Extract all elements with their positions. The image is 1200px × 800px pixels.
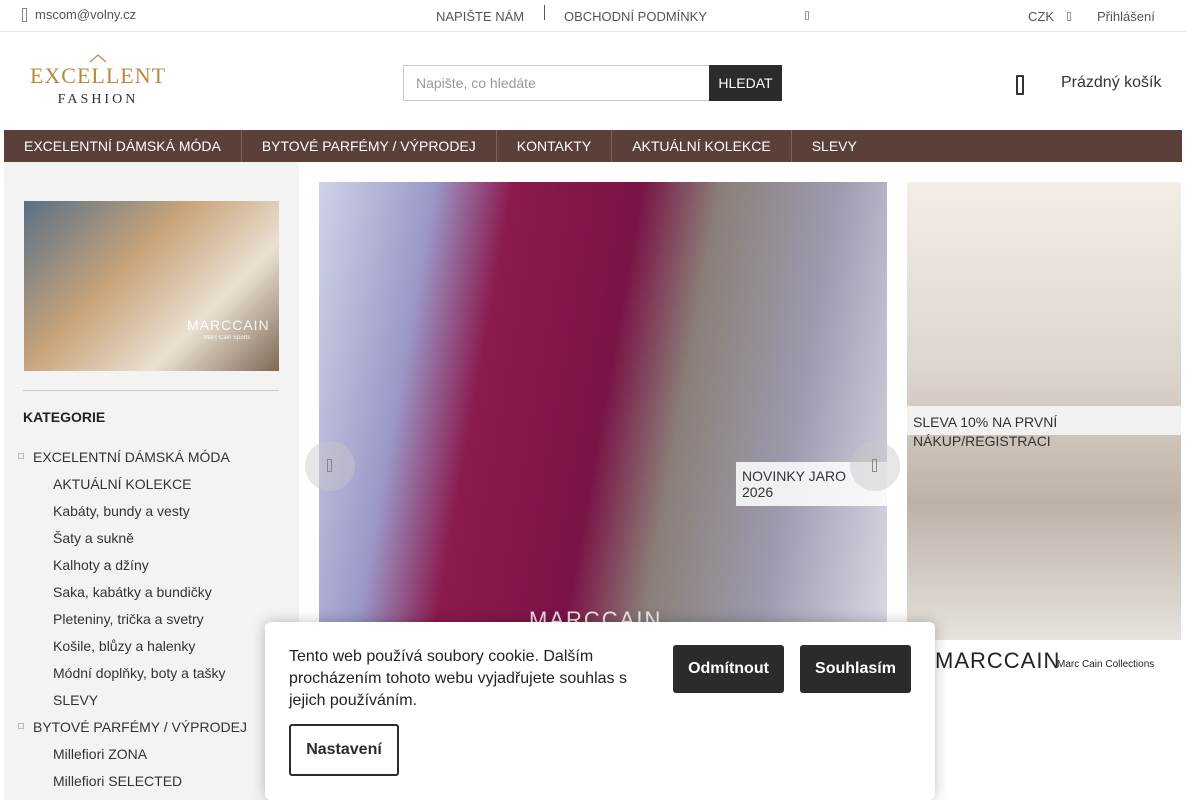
search-form: HLEDAT (403, 65, 782, 101)
reject-button[interactable]: Odmítnout (673, 645, 784, 693)
logo-line1: EXCELLENT (30, 63, 166, 88)
subcategory-item[interactable]: Košile, blůzy a halenky (18, 635, 288, 662)
nav-item-fashion[interactable]: EXCELENTNÍ DÁMSKÁ MÓDA (4, 130, 242, 162)
login-link[interactable]: Přihlášení (1097, 9, 1155, 24)
nav-item-collection[interactable]: AKTUÁLNÍ KOLEKCE (612, 130, 792, 162)
subcategory-item[interactable]: Kalhoty a džíny (18, 554, 288, 581)
subcategory-item[interactable]: Saka, kabátky a bundičky (18, 581, 288, 608)
sidebar: MARCCAIN Marc Cain Sports KATEGORIE EXCE… (4, 162, 299, 800)
subcategory-item[interactable]: Kabáty, bundy a vesty (18, 500, 288, 527)
logo-hanger-icon (89, 54, 107, 63)
cookie-text: Tento web používá soubory cookie. Dalším… (289, 648, 627, 709)
sidebar-banner[interactable]: MARCCAIN Marc Cain Sports (24, 201, 279, 371)
terms-link[interactable]: OBCHODNÍ PODMÍNKY (564, 9, 707, 24)
brand-logo: MARCCAIN (935, 648, 1061, 673)
promo-text: SLEVA 10% NA PRVNÍ NÁKUP/REGISTRACI (913, 414, 1058, 449)
subcategory-item[interactable]: SLEVY (18, 689, 288, 716)
banner-tag: Marc Cain Sports (204, 335, 251, 341)
site-logo[interactable]: EXCELLENT FASHION (28, 52, 168, 108)
subcategory-item[interactable]: Módní doplňky, boty a tašky (18, 662, 288, 689)
subcategory-item[interactable]: Millefiori ZONA (18, 743, 288, 770)
promo-banner[interactable]: SLEVA 10% NA PRVNÍ NÁKUP/REGISTRACI (907, 182, 1181, 640)
arrow-right-icon (872, 459, 877, 472)
search-input[interactable] (403, 65, 709, 101)
currency-select[interactable]: CZK (1028, 9, 1054, 24)
mail-icon (22, 7, 27, 22)
search-button[interactable]: HLEDAT (709, 65, 782, 101)
divider (544, 5, 545, 20)
main-navigation: EXCELENTNÍ DÁMSKÁ MÓDA BYTOVÉ PARFÉMY / … (4, 130, 1182, 162)
cookie-dialog: Tento web používá soubory cookie. Dalším… (265, 622, 935, 800)
category-list: EXCELENTNÍ DÁMSKÁ MÓDA AKTUÁLNÍ KOLEKCE … (18, 446, 288, 797)
social-icon[interactable] (805, 11, 809, 20)
cart-icon[interactable] (1016, 75, 1024, 95)
divider (23, 390, 279, 391)
subcategory-item[interactable]: Millefiori SELECTED (18, 770, 288, 797)
contact-link[interactable]: NAPIŠTE NÁM (436, 9, 524, 24)
chevron-down-icon[interactable] (1067, 12, 1071, 21)
top-bar: mscom@volny.cz NAPIŠTE NÁM OBCHODNÍ PODM… (0, 0, 1186, 32)
banner-brand: MARCCAIN (187, 317, 270, 333)
settings-button[interactable]: Nastavení (289, 724, 399, 776)
subcategory-item[interactable]: Šaty a sukně (18, 527, 288, 554)
slider-next-button[interactable] (850, 441, 900, 491)
nav-item-contacts[interactable]: KONTAKTY (497, 130, 613, 162)
email-link[interactable]: mscom@volny.cz (22, 7, 136, 22)
brand-logos: MARCCAIN Marc Cain Collections (907, 640, 1186, 680)
logo-line2: FASHION (58, 92, 139, 107)
subcategory-item[interactable]: AKTUÁLNÍ KOLEKCE (18, 473, 288, 500)
cart-label[interactable]: Prázdný košík (1061, 74, 1161, 92)
brand-logo-collections: Marc Cain Collections (1057, 659, 1155, 670)
nav-item-sale[interactable]: SLEVY (792, 130, 877, 162)
arrow-left-icon (327, 459, 332, 472)
header: EXCELLENT FASHION HLEDAT Prázdný košík (0, 32, 1186, 130)
category-item[interactable]: EXCELENTNÍ DÁMSKÁ MÓDA (18, 446, 288, 473)
category-item[interactable]: BYTOVÉ PARFÉMY / VÝPRODEJ (18, 716, 288, 743)
slider-prev-button[interactable] (305, 441, 355, 491)
subcategory-item[interactable]: Pleteniny, trička a svetry (18, 608, 288, 635)
hero-slide[interactable]: MARCCAIN NOVINKY JARO 2026 (319, 182, 887, 640)
nav-item-perfumes[interactable]: BYTOVÉ PARFÉMY / VÝPRODEJ (242, 130, 497, 162)
accept-button[interactable]: Souhlasím (800, 645, 911, 693)
email-text: mscom@volny.cz (35, 7, 137, 22)
category-heading: KATEGORIE (23, 409, 106, 425)
